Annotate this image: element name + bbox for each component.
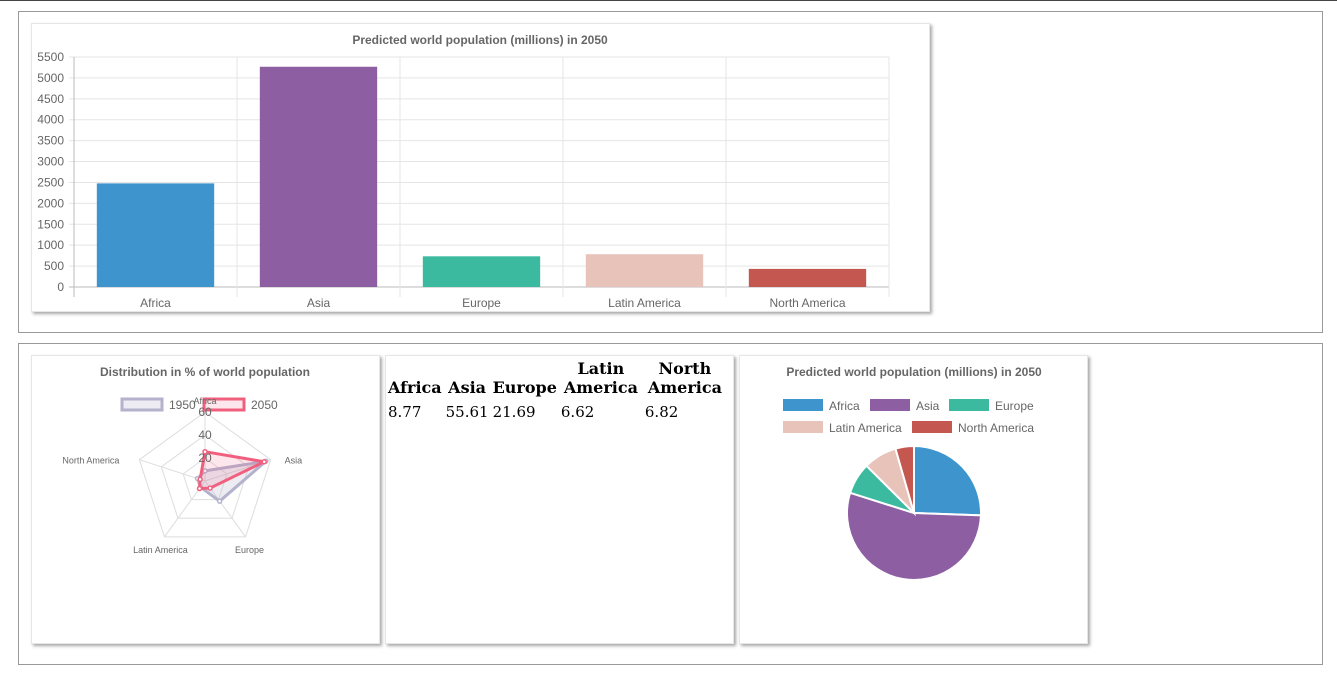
bar-y-tick-label: 1500: [37, 217, 64, 231]
bar: [96, 183, 215, 287]
radar-r-tick-label: 40: [198, 428, 212, 442]
radar-axis-label: North America: [62, 456, 119, 466]
pie-legend-swatch: [949, 399, 989, 411]
radar-axis-label: Latin America: [133, 545, 188, 555]
pie-chart-title: Predicted world population (millions) in…: [786, 365, 1042, 379]
radar-point: [261, 459, 267, 465]
table-header: Latin America: [563, 359, 638, 397]
bar-x-tick-label: Africa: [140, 296, 171, 310]
pie-chart-card: Predicted world population (millions) in…: [739, 355, 1088, 644]
radar-point: [207, 485, 213, 491]
top-border-line: [0, 0, 1337, 1]
radar-legend-label: 1950: [169, 398, 196, 412]
bar-y-tick-label: 2000: [37, 196, 64, 210]
bar-y-tick-label: 500: [44, 259, 64, 273]
radar-chart: Distribution in % of world population 19…: [62, 365, 310, 555]
radar-point: [216, 498, 223, 504]
bar-y-tick-label: 3500: [37, 134, 64, 148]
bar: [259, 66, 378, 287]
pie-legend-label: Europe: [995, 399, 1034, 413]
bar-y-tick-label: 4000: [37, 113, 64, 127]
radar-r-tick-label: 20: [198, 451, 212, 465]
table-row: 8.77 55.61 21.69 6.62 6.82: [386, 397, 727, 421]
bar: [422, 256, 541, 287]
table-card: Africa Asia Europe Latin America North A…: [385, 355, 734, 644]
bar-x-tick-label: Asia: [307, 296, 331, 310]
table-cell: 55.61: [445, 403, 489, 421]
bar-y-tick-label: 3000: [37, 155, 64, 169]
table-header: Asia: [448, 378, 487, 397]
pie-legend-label: Africa: [829, 399, 860, 413]
pie-legend-label: Latin America: [829, 421, 902, 435]
bar-chart-card: Predicted world population (millions) in…: [31, 23, 930, 312]
bar-chart-title: Predicted world population (millions) in…: [352, 33, 608, 47]
table-cell: 6.82: [644, 403, 679, 421]
bar-y-tick-label: 5500: [37, 50, 64, 64]
table-cell: 6.62: [560, 403, 595, 421]
table-header: Africa: [388, 378, 442, 397]
bar-x-tick-label: Europe: [462, 296, 501, 310]
population-table: Africa Asia Europe Latin America North A…: [386, 359, 727, 421]
pie-legend-swatch: [870, 399, 910, 411]
pie-legend-label: North America: [958, 421, 1034, 435]
table-cell: 21.69: [492, 403, 536, 421]
pie-legend-swatch: [912, 421, 952, 433]
pie-legend-swatch: [783, 399, 823, 411]
pie-legend-swatch: [783, 421, 823, 433]
radar-chart-title: Distribution in % of world population: [100, 365, 310, 379]
table-header: Europe: [492, 378, 557, 397]
bar-y-tick-label: 2500: [37, 175, 64, 189]
table-header-row: Africa Asia Europe Latin America North A…: [386, 359, 727, 397]
radar-legend-label: 2050: [251, 398, 278, 412]
radar-point: [196, 485, 203, 492]
radar-chart-card: Distribution in % of world population 19…: [31, 355, 380, 644]
radar-axis-label: Europe: [235, 545, 264, 555]
table-cell: 8.77: [388, 403, 422, 421]
bar: [585, 254, 704, 287]
bar-x-tick-label: North America: [769, 296, 845, 310]
radar-point: [197, 476, 203, 483]
pie-slice: [913, 444, 982, 517]
table-header: North America: [647, 359, 722, 397]
pie-chart: Predicted world population (millions) in…: [783, 365, 1042, 581]
bar-x-tick-label: Latin America: [608, 296, 681, 310]
bar: [748, 268, 867, 287]
bar-y-tick-label: 0: [57, 280, 64, 294]
radar-r-tick-label: 60: [198, 405, 212, 419]
bar-y-tick-label: 4500: [37, 92, 64, 106]
pie-legend-label: Asia: [916, 399, 940, 413]
radar-axis-label: Asia: [285, 456, 303, 466]
bar-y-tick-label: 5000: [37, 71, 64, 85]
radar-legend-swatch: [120, 397, 164, 412]
bar-y-tick-label: 1000: [37, 238, 64, 252]
bar-chart: Predicted world population (millions) in…: [37, 33, 890, 310]
